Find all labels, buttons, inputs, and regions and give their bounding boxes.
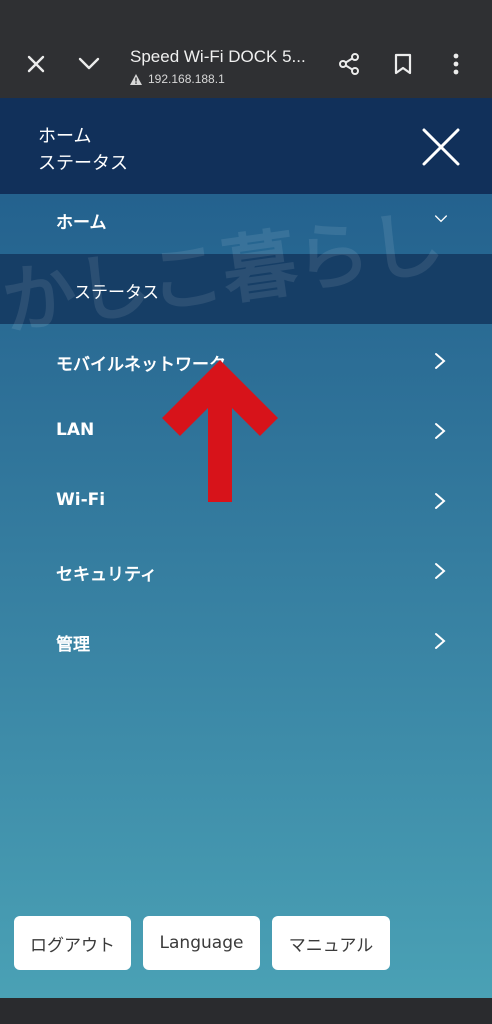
breadcrumb-home: ホーム bbox=[38, 126, 92, 147]
red-up-arrow-icon bbox=[162, 360, 278, 502]
logout-button-label: ログアウト bbox=[30, 935, 115, 956]
menu-item-security[interactable]: セキュリティ bbox=[0, 536, 492, 606]
system-navigation-bar bbox=[0, 998, 492, 1024]
menu-item-home[interactable]: ホーム bbox=[0, 184, 492, 254]
chevron-down-icon bbox=[435, 215, 447, 223]
menu-item-label: 管理 bbox=[56, 635, 90, 655]
language-button-label: Language bbox=[159, 933, 244, 953]
close-tab-icon[interactable] bbox=[20, 48, 52, 80]
language-button[interactable]: Language bbox=[143, 916, 260, 970]
chevron-right-icon bbox=[435, 563, 446, 579]
chevron-right-icon bbox=[435, 423, 446, 439]
chevron-right-icon bbox=[435, 493, 446, 509]
close-menu-icon[interactable] bbox=[422, 128, 460, 166]
chevron-right-icon bbox=[435, 353, 446, 369]
share-icon[interactable] bbox=[333, 48, 365, 80]
submenu-item-label: ステータス bbox=[74, 283, 159, 303]
manual-button[interactable]: マニュアル bbox=[272, 916, 390, 970]
menu-header: ホーム ステータス bbox=[0, 98, 492, 194]
manual-button-label: マニュアル bbox=[288, 935, 374, 956]
menu-item-label: ホーム bbox=[56, 213, 107, 233]
menu-item-label: LAN bbox=[56, 420, 95, 440]
router-menu-page: ホーム ステータス ホーム ステータス かしこ暮らし モバイルネットワーク LA… bbox=[0, 98, 492, 998]
breadcrumb-status: ステータス bbox=[38, 153, 128, 174]
page-title: Speed Wi-Fi DOCK 5... bbox=[130, 47, 306, 66]
chevron-down-icon[interactable] bbox=[73, 48, 105, 80]
chevron-right-icon bbox=[435, 633, 446, 649]
browser-toolbar: Speed Wi-Fi DOCK 5... 192.168.188.1 bbox=[0, 0, 492, 98]
bookmark-icon[interactable] bbox=[387, 48, 419, 80]
url-display[interactable]: 192.168.188.1 bbox=[130, 72, 225, 86]
menu-item-admin[interactable]: 管理 bbox=[0, 606, 492, 676]
menu-item-label: Wi-Fi bbox=[56, 490, 106, 510]
submenu-item-status[interactable]: ステータス bbox=[0, 254, 492, 324]
url-text: 192.168.188.1 bbox=[148, 72, 225, 86]
menu-item-label: セキュリティ bbox=[56, 565, 157, 585]
warning-icon bbox=[130, 73, 142, 85]
more-options-icon[interactable] bbox=[440, 48, 472, 80]
logout-button[interactable]: ログアウト bbox=[14, 916, 131, 970]
